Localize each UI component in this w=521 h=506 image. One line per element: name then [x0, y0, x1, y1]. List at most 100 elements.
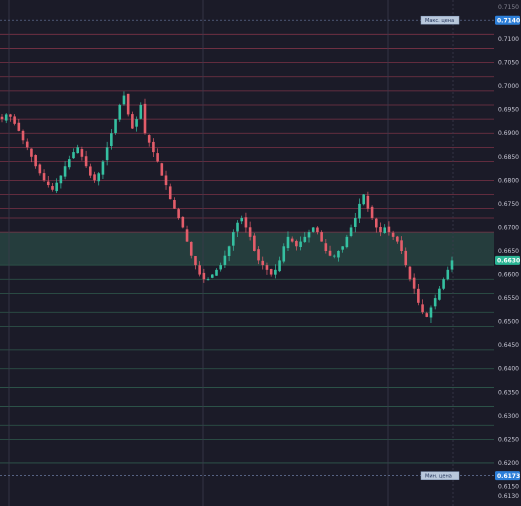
candle[interactable]	[408, 265, 412, 282]
candle-body[interactable]	[206, 279, 210, 281]
candle-body[interactable]	[34, 155, 37, 167]
candle-body[interactable]	[370, 206, 374, 219]
candle[interactable]	[181, 216, 185, 229]
candle-body[interactable]	[4, 114, 8, 121]
candle-body[interactable]	[248, 227, 252, 237]
candle-body[interactable]	[303, 236, 307, 242]
candle-body[interactable]	[164, 175, 168, 186]
candle-body[interactable]	[383, 227, 387, 233]
candle-body[interactable]	[105, 147, 109, 161]
candle[interactable]	[282, 243, 286, 264]
candle-body[interactable]	[282, 246, 286, 262]
candle-body[interactable]	[295, 240, 298, 247]
candle-body[interactable]	[244, 217, 248, 228]
candle-body[interactable]	[114, 119, 117, 134]
candle-body[interactable]	[101, 161, 105, 175]
candle-body[interactable]	[21, 130, 25, 141]
candle[interactable]	[160, 162, 164, 176]
candle-body[interactable]	[156, 153, 159, 162]
candle-body[interactable]	[345, 236, 349, 248]
candle-body[interactable]	[332, 255, 336, 257]
candle-body[interactable]	[126, 93, 130, 115]
candle[interactable]	[253, 233, 256, 252]
candle-body[interactable]	[240, 218, 244, 222]
candle-body[interactable]	[307, 232, 311, 238]
candle-body[interactable]	[320, 232, 323, 242]
candle-body[interactable]	[408, 266, 412, 280]
candle-body[interactable]	[215, 269, 218, 276]
candle-body[interactable]	[139, 104, 143, 119]
candle-body[interactable]	[198, 265, 201, 275]
candle-body[interactable]	[412, 277, 416, 289]
candle[interactable]	[345, 234, 349, 249]
candle[interactable]	[126, 93, 130, 117]
candle-body[interactable]	[189, 241, 193, 256]
candle-body[interactable]	[433, 298, 437, 307]
candle-body[interactable]	[80, 149, 84, 157]
candle[interactable]	[370, 205, 374, 221]
candle-body[interactable]	[168, 186, 172, 200]
candle-body[interactable]	[450, 260, 454, 270]
candle-body[interactable]	[67, 159, 71, 168]
candle-body[interactable]	[324, 243, 328, 251]
candle-body[interactable]	[13, 116, 16, 124]
candle-body[interactable]	[89, 166, 92, 176]
candle-body[interactable]	[55, 182, 58, 192]
candle-body[interactable]	[46, 181, 50, 186]
candle-body[interactable]	[210, 274, 214, 278]
candle-body[interactable]	[379, 226, 382, 233]
candle-body[interactable]	[76, 147, 80, 154]
candle-body[interactable]	[265, 265, 269, 270]
candle-body[interactable]	[143, 103, 147, 134]
candle-body[interactable]	[51, 186, 54, 190]
candle-body[interactable]	[160, 163, 164, 176]
candle-body[interactable]	[97, 173, 101, 182]
candle-body[interactable]	[59, 175, 63, 184]
candle-body[interactable]	[257, 249, 260, 261]
candle-body[interactable]	[269, 268, 273, 275]
candle-body[interactable]	[194, 256, 197, 266]
candle[interactable]	[114, 118, 117, 135]
candle-body[interactable]	[236, 222, 239, 232]
candle-body[interactable]	[42, 173, 46, 181]
candle-body[interactable]	[63, 166, 67, 177]
candle-body[interactable]	[278, 260, 281, 272]
candle-body[interactable]	[84, 156, 88, 167]
candle-body[interactable]	[38, 164, 42, 174]
candle[interactable]	[362, 193, 365, 206]
candle-body[interactable]	[417, 288, 420, 303]
candle-body[interactable]	[396, 236, 399, 242]
candle-body[interactable]	[173, 200, 176, 209]
candle-body[interactable]	[72, 152, 75, 159]
candle-body[interactable]	[337, 250, 340, 258]
candle-body[interactable]	[349, 227, 353, 236]
candle-body[interactable]	[110, 133, 113, 147]
candle[interactable]	[210, 274, 214, 279]
candle-body[interactable]	[425, 313, 429, 317]
candle-body[interactable]	[131, 114, 134, 129]
chart-canvas[interactable]: 0.7100 0.7050 0.7000 0.6950 0.6900 0.6850 0.68…	[0, 0, 521, 506]
candle-body[interactable]	[122, 95, 126, 105]
candle-body[interactable]	[93, 174, 96, 181]
candle-body[interactable]	[328, 250, 332, 256]
candle[interactable]	[442, 277, 445, 291]
candle[interactable]	[131, 111, 134, 130]
candle-body[interactable]	[400, 240, 403, 251]
candle-body[interactable]	[374, 218, 378, 228]
candle-body[interactable]	[353, 218, 357, 227]
candle-body[interactable]	[341, 246, 344, 250]
candle-body[interactable]	[311, 227, 315, 232]
candle-body[interactable]	[442, 279, 445, 289]
candle-body[interactable]	[366, 195, 370, 209]
candle-body[interactable]	[202, 272, 206, 280]
candle-body[interactable]	[362, 194, 365, 205]
candle-body[interactable]	[181, 216, 185, 228]
candle-body[interactable]	[30, 148, 33, 157]
candle-body[interactable]	[261, 260, 265, 266]
candle-body[interactable]	[358, 203, 361, 219]
candle[interactable]	[177, 207, 180, 220]
candle-body[interactable]	[404, 250, 408, 266]
candle[interactable]	[118, 103, 122, 122]
candle-body[interactable]	[25, 141, 29, 148]
candle-body[interactable]	[299, 241, 302, 248]
